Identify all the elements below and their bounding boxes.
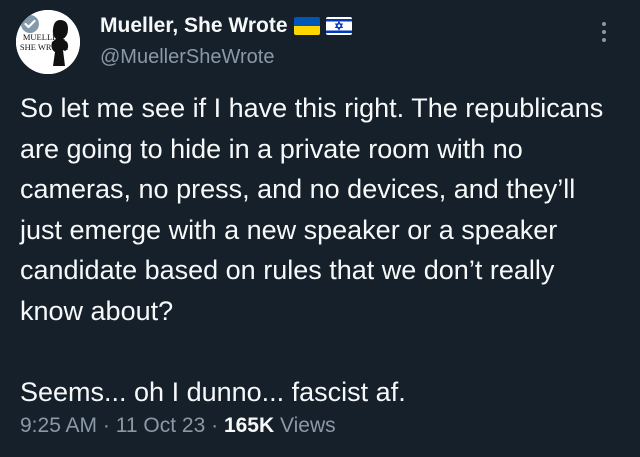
author-name-row: Mueller, She Wrote	[100, 14, 352, 38]
views-count[interactable]: 165K	[224, 414, 274, 437]
more-options-icon[interactable]	[598, 22, 610, 50]
meta-separator: ·	[211, 414, 219, 437]
author-display-name[interactable]: Mueller, She Wrote	[100, 14, 288, 38]
verified-badge-icon	[21, 15, 39, 33]
israel-flag-icon	[325, 17, 352, 35]
tweet-metadata: 9:25 AM · 11 Oct 23 · 165K Views	[20, 414, 336, 438]
avatar-text-line2: SHE WROTE	[20, 42, 68, 52]
tweet-paragraph-1: So let me see if I have this right. The …	[20, 93, 604, 326]
meta-separator: ·	[102, 414, 110, 437]
author-handle[interactable]: @MuellerSheWrote	[100, 46, 274, 69]
tweet-text: So let me see if I have this right. The …	[20, 88, 620, 412]
avatar[interactable]: MUELLER, SHE WROTE	[16, 10, 80, 74]
tweet-paragraph-2: Seems... oh I dunno... fascist af.	[20, 376, 406, 407]
ukraine-flag-icon	[293, 17, 320, 35]
tweet-card: MUELLER, SHE WROTE Mueller, She Wrote @M…	[0, 0, 640, 457]
avatar-image: MUELLER, SHE WROTE	[16, 10, 80, 74]
views-label: Views	[279, 414, 336, 437]
avatar-text-line1: MUELLER,	[23, 32, 65, 42]
tweet-time[interactable]: 9:25 AM	[20, 414, 97, 437]
tweet-date[interactable]: 11 Oct 23	[116, 414, 206, 437]
